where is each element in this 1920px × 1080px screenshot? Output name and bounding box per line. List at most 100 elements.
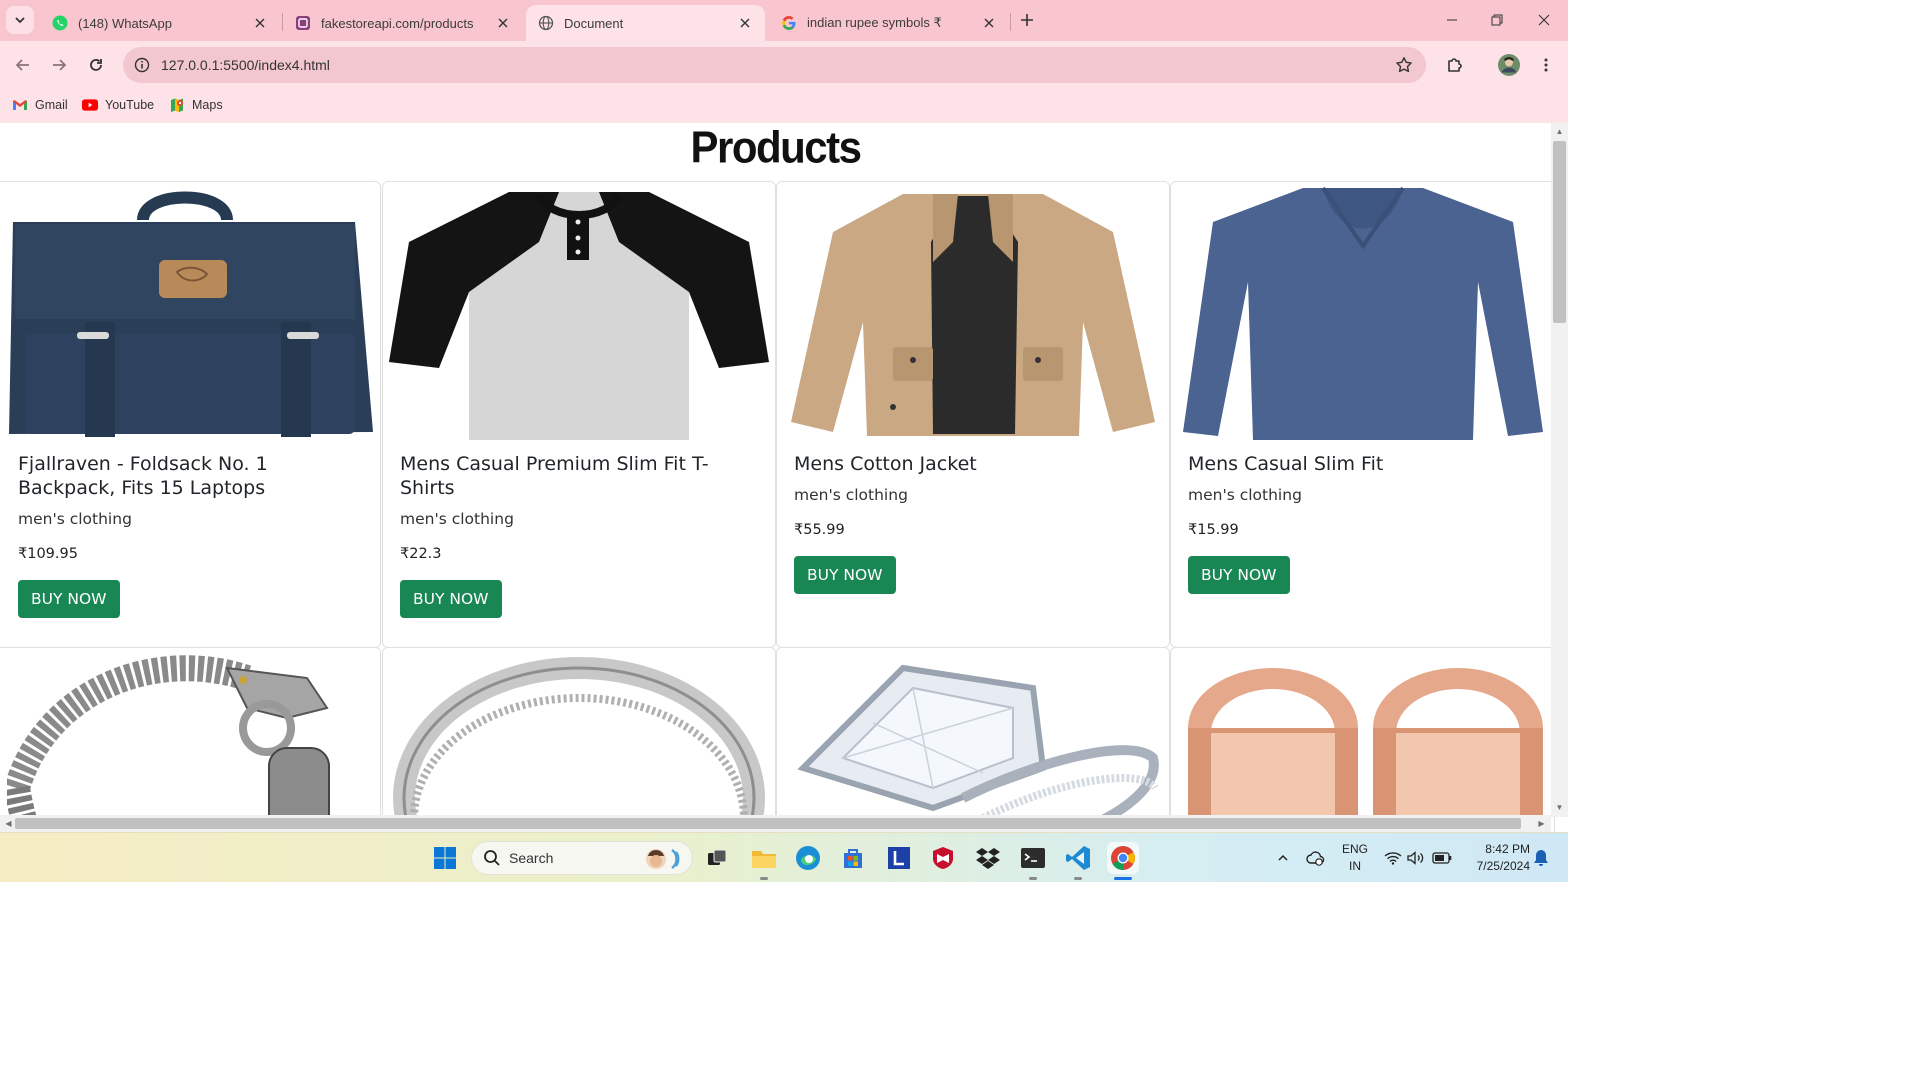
product-card <box>776 647 1170 832</box>
kebab-menu-icon <box>1544 58 1548 72</box>
info-icon[interactable] <box>131 54 153 76</box>
menu-button[interactable] <box>1532 51 1560 79</box>
search-placeholder: Search <box>509 850 554 866</box>
terminal-icon <box>1021 848 1045 868</box>
scrollbar-thumb[interactable] <box>1553 141 1566 323</box>
onedrive-tray[interactable] <box>1303 833 1329 883</box>
close-window-button[interactable] <box>1521 0 1567 40</box>
close-icon[interactable] <box>495 15 511 31</box>
close-icon[interactable] <box>981 15 997 31</box>
start-button[interactable] <box>429 842 461 874</box>
extensions-button[interactable] <box>1441 51 1469 79</box>
l-app-button[interactable] <box>883 842 915 874</box>
tab-strip: (148) WhatsApp fakestoreapi.com/products… <box>0 0 1568 41</box>
language-indicator[interactable]: ENG IN <box>1338 841 1372 875</box>
speaker-icon <box>1407 851 1424 865</box>
product-title: Mens Cotton Jacket <box>794 453 977 475</box>
edge-icon <box>796 846 820 870</box>
bookmark-youtube[interactable]: YouTube <box>82 93 154 117</box>
tab-search-button[interactable] <box>6 6 34 34</box>
dropbox-button[interactable] <box>972 842 1004 874</box>
terminal-button[interactable] <box>1017 842 1049 874</box>
file-explorer-button[interactable] <box>748 842 780 874</box>
longsleeve-image <box>1171 182 1554 440</box>
minimize-button[interactable] <box>1429 0 1475 40</box>
clock[interactable]: 8:42 PM 7/25/2024 <box>1460 841 1530 875</box>
tab-whatsapp[interactable]: (148) WhatsApp <box>40 5 280 41</box>
battery-icon <box>1432 852 1452 864</box>
scroll-left-icon[interactable]: ◀ <box>4 819 13 828</box>
chrome-button[interactable] <box>1107 842 1139 874</box>
diamond-ring-image <box>777 648 1169 832</box>
time: 8:42 PM <box>1485 842 1530 856</box>
tab-document[interactable]: Document <box>526 5 765 41</box>
battery-tray[interactable] <box>1430 833 1454 883</box>
reload-icon <box>90 59 102 71</box>
scroll-up-icon[interactable]: ▲ <box>1555 127 1564 136</box>
taskbar-search[interactable]: Search <box>471 841 693 875</box>
task-view-icon <box>708 849 727 865</box>
scroll-down-icon[interactable]: ▼ <box>1555 803 1564 812</box>
product-category: men's clothing <box>794 486 908 504</box>
volume-tray[interactable] <box>1405 833 1427 883</box>
cloud-sync-icon <box>1306 851 1325 866</box>
bookmarks-bar: Gmail YouTube Maps <box>0 88 1568 123</box>
product-card <box>0 647 381 832</box>
product-category: men's clothing <box>400 510 514 528</box>
product-category: men's clothing <box>18 510 132 528</box>
tab-google[interactable]: indian rupee symbols ₹ <box>769 5 1009 41</box>
product-price: ₹109.95 <box>18 546 78 562</box>
restore-button[interactable] <box>1474 0 1520 40</box>
fakestore-icon <box>295 15 311 31</box>
back-button[interactable] <box>9 51 37 79</box>
running-indicator <box>1074 877 1082 880</box>
scrollbar-thumb[interactable] <box>15 818 1521 829</box>
product-price: ₹15.99 <box>1188 522 1239 538</box>
product-card: Fjallraven - Foldsack No. 1 Backpack, Fi… <box>0 181 381 648</box>
tab-divider <box>1010 13 1011 31</box>
show-hidden-icons-button[interactable] <box>1272 833 1294 883</box>
l-app-icon <box>888 847 910 869</box>
arrow-right-icon <box>53 59 67 71</box>
minimize-icon <box>1447 19 1457 21</box>
notifications-button[interactable] <box>1530 833 1552 883</box>
vertical-scrollbar[interactable]: ▲ ▼ <box>1551 123 1568 817</box>
profile-avatar[interactable] <box>1495 51 1523 79</box>
store-button[interactable] <box>837 842 869 874</box>
product-card: Mens Casual Premium Slim Fit T-Shirts me… <box>382 181 776 648</box>
forward-button[interactable] <box>45 51 73 79</box>
buy-now-button[interactable]: BUY NOW <box>18 580 120 618</box>
horizontal-scrollbar[interactable]: ◀ ▶ <box>0 815 1551 832</box>
product-title: Mens Casual Premium Slim Fit T-Shirts <box>400 453 709 499</box>
task-view-button[interactable] <box>701 842 733 874</box>
edge-button[interactable] <box>792 842 824 874</box>
close-icon[interactable] <box>737 15 753 31</box>
address-bar[interactable]: 127.0.0.1:5500/index4.html <box>123 47 1426 83</box>
scroll-right-icon[interactable]: ▶ <box>1537 819 1546 828</box>
tab-fakestore[interactable]: fakestoreapi.com/products <box>283 5 523 41</box>
avatar-icon <box>1498 54 1520 76</box>
tshirt-image <box>383 182 775 440</box>
new-tab-button[interactable] <box>1015 8 1039 32</box>
close-icon[interactable] <box>252 15 268 31</box>
product-price: ₹55.99 <box>794 522 845 538</box>
browser-toolbar: 127.0.0.1:5500/index4.html <box>0 41 1568 88</box>
buy-now-button[interactable]: BUY NOW <box>400 580 502 618</box>
region-code: IN <box>1349 859 1361 873</box>
gmail-icon <box>12 97 28 113</box>
url-text[interactable]: 127.0.0.1:5500/index4.html <box>161 47 330 83</box>
puzzle-icon <box>1448 58 1462 72</box>
vscode-button[interactable] <box>1062 842 1094 874</box>
star-icon[interactable] <box>1394 55 1414 75</box>
wifi-tray[interactable] <box>1382 833 1404 883</box>
buy-now-button[interactable]: BUY NOW <box>1188 556 1290 594</box>
bookmark-maps[interactable]: Maps <box>169 93 223 117</box>
buy-now-button[interactable]: BUY NOW <box>794 556 896 594</box>
reload-button[interactable] <box>82 51 110 79</box>
chrome-icon <box>1111 846 1135 870</box>
maps-icon <box>169 97 185 113</box>
google-icon <box>781 15 797 31</box>
mcafee-button[interactable] <box>927 842 959 874</box>
bookmark-gmail[interactable]: Gmail <box>12 93 68 117</box>
tab-title: Document <box>564 15 624 31</box>
